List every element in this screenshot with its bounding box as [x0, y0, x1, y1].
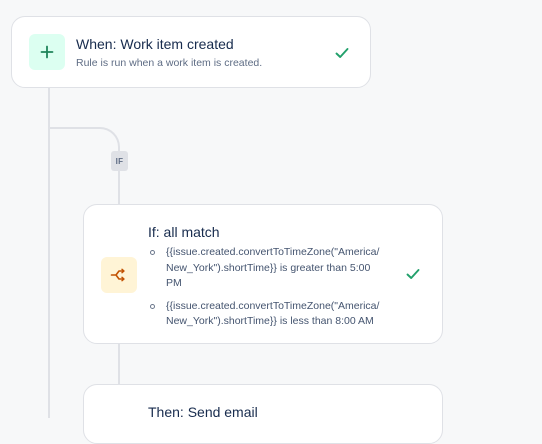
list-bullet — [150, 250, 155, 255]
branch-connector-lower — [118, 342, 120, 386]
condition-icon-tile — [101, 257, 137, 293]
flow-connector-main — [48, 86, 50, 418]
condition-text: {{issue.created.convertToTimeZone("Ameri… — [166, 299, 380, 328]
branch-connector-curve — [96, 127, 120, 151]
check-icon — [335, 48, 349, 58]
trigger-title: When: Work item created — [76, 36, 234, 52]
branch-connector — [48, 127, 100, 129]
plus-icon — [40, 45, 54, 59]
condition-item: {{issue.created.convertToTimeZone("Ameri… — [148, 245, 388, 292]
check-icon — [406, 269, 420, 279]
condition-item: {{issue.created.convertToTimeZone("Ameri… — [148, 299, 388, 330]
condition-card[interactable]: If: all match {{issue.created.convertToT… — [83, 204, 443, 344]
trigger-subtitle: Rule is run when a work item is created. — [76, 57, 263, 69]
list-bullet — [150, 303, 155, 309]
if-branch-tag[interactable]: IF — [111, 151, 128, 171]
trigger-card[interactable]: When: Work item created Rule is run when… — [11, 16, 371, 88]
branch-icon — [110, 268, 125, 282]
condition-list: {{issue.created.convertToTimeZone("Ameri… — [148, 245, 388, 337]
condition-text: {{issue.created.convertToTimeZone("Ameri… — [166, 246, 380, 289]
action-card[interactable]: Then: Send email — [83, 384, 443, 444]
trigger-icon-tile — [29, 34, 65, 70]
condition-title: If: all match — [148, 224, 220, 240]
